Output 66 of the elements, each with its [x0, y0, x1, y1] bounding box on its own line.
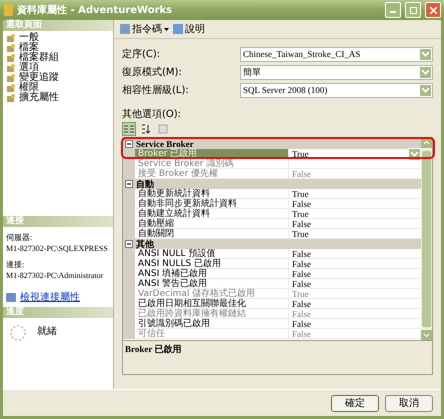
property-row[interactable]: ANSI 警告已啟用 False — [123, 279, 421, 289]
section-heading: 進度 — [3, 307, 113, 318]
close-button[interactable] — [425, 2, 441, 18]
categorized-icon[interactable] — [122, 122, 136, 136]
section-heading: 選取頁面 — [3, 20, 113, 31]
collapse-icon[interactable] — [125, 140, 133, 148]
page-icon — [7, 64, 16, 72]
server-label: 伺服器: — [6, 233, 34, 243]
property-row[interactable]: 自動關閉 True — [123, 229, 421, 239]
scroll-down-icon[interactable] — [421, 330, 432, 340]
cancel-button[interactable]: 取消 — [385, 394, 433, 412]
property-row[interactable]: 已啟用日期相互關聯最佳化 False — [123, 299, 421, 309]
field-label: 復原模式(M): — [122, 66, 183, 79]
scrollbar[interactable] — [421, 138, 432, 340]
connection-name: M1-827302-PC\Administrator — [6, 271, 104, 281]
close-icon — [430, 6, 436, 14]
spinner-icon — [9, 324, 27, 342]
property-row[interactable]: 自動建立統計資料 True — [123, 209, 421, 219]
scroll-thumb[interactable] — [422, 151, 431, 327]
page-icon — [7, 44, 16, 52]
caret-icon — [164, 28, 169, 30]
sort-alphabetical-icon[interactable] — [139, 122, 153, 136]
help-button[interactable]: 說明 — [173, 22, 205, 36]
collapse-icon[interactable] — [125, 240, 133, 248]
options-label: 其他選項(O): — [122, 108, 182, 121]
page-item[interactable]: 擴充屬性 — [7, 93, 113, 103]
page-item[interactable]: 檔案 — [7, 43, 113, 53]
scroll-up-icon[interactable] — [421, 138, 432, 148]
page-icon — [7, 94, 16, 102]
page-item[interactable]: 選項 — [7, 63, 113, 73]
connection-label: 連接: — [6, 260, 26, 270]
property-row[interactable]: ANSI NULLS 已啟用 False — [123, 259, 421, 269]
maximize-button[interactable] — [405, 2, 421, 18]
minimize-button[interactable] — [385, 2, 401, 18]
property-row[interactable]: 引號識別碼已啟用 False — [123, 319, 421, 329]
category-row[interactable]: 自動 — [123, 179, 421, 189]
section-heading: 連接 — [3, 216, 113, 227]
category-row[interactable]: 其他 — [123, 239, 421, 249]
page-item[interactable]: 檔案群組 — [7, 53, 113, 63]
dropdown-field[interactable]: 簡單 — [240, 64, 433, 80]
server-name: M1-827302-PC\SQLEXPRESS — [6, 244, 109, 254]
property-row[interactable]: 自動壓縮 False — [123, 219, 421, 229]
page-icon — [7, 54, 16, 62]
maximize-icon — [410, 6, 416, 14]
status-text: 就緒 — [37, 324, 57, 338]
description-text: Broker 已啟用 — [125, 344, 182, 354]
ok-button[interactable]: 確定 — [331, 394, 379, 412]
page-icon — [7, 74, 16, 82]
page-item[interactable]: 一般 — [7, 33, 113, 43]
property-row[interactable]: ANSI NULL 預設值 False — [123, 249, 421, 259]
property-row[interactable]: 自動非同步更新統計資料 False — [123, 199, 421, 209]
dropdown-field[interactable]: Chinese_Taiwan_Stroke_CI_AS — [240, 46, 433, 62]
window-title: 資料庫屬性 - AdventureWorks — [17, 3, 174, 17]
script-button[interactable]: 指令碼 — [120, 22, 169, 36]
collapse-icon[interactable] — [125, 180, 133, 188]
field-label: 相容性層級(L): — [122, 84, 190, 97]
page-icon — [7, 34, 16, 42]
field-label: 定序(C): — [122, 48, 162, 61]
page-item[interactable]: 變更追蹤 — [7, 73, 113, 83]
dropdown-field[interactable]: SQL Server 2008 (100) — [240, 82, 433, 98]
category-row[interactable]: Service Broker — [123, 139, 421, 149]
view-connection-link[interactable]: 檢視連接屬性 — [20, 290, 80, 304]
page-item[interactable]: 權限 — [7, 83, 113, 93]
property-row[interactable]: ANSI 填補已啟用 False — [123, 269, 421, 279]
page-icon — [7, 84, 16, 92]
property-row[interactable]: 自動更新統計資料 True — [123, 189, 421, 199]
